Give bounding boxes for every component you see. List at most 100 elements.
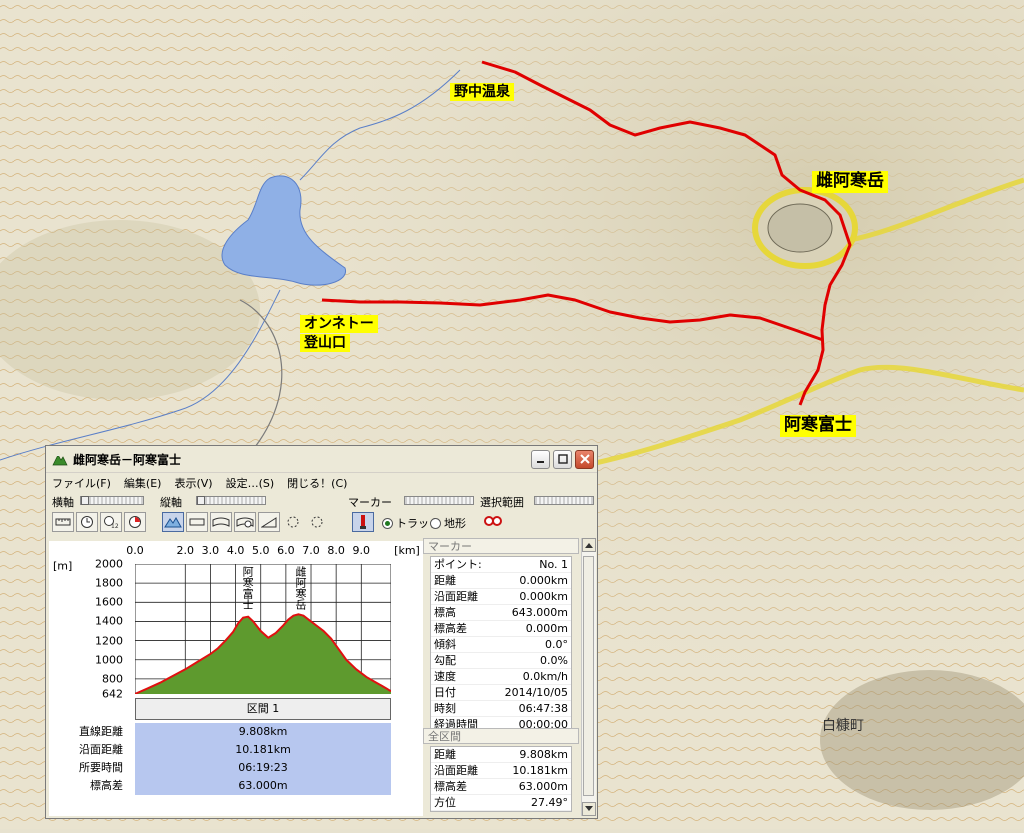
scroll-thumb[interactable] bbox=[583, 556, 594, 796]
total-panel-header[interactable]: 全区間 bbox=[423, 728, 579, 744]
x-tick-label: 3.0 bbox=[201, 544, 220, 557]
radio-terrain[interactable]: 地形 bbox=[430, 515, 466, 531]
stat-value: 06:19:23 bbox=[135, 759, 391, 777]
stat-label: 所要時間 bbox=[79, 761, 123, 774]
x-axis-ticks: 0.0 2.0 3.0 4.0 5.0 6.0 7.0 8.0 9.0 [km] bbox=[49, 544, 423, 558]
close-icon bbox=[579, 454, 590, 464]
horizontal-point-button[interactable]: 123 bbox=[100, 512, 122, 532]
maximize-icon bbox=[557, 454, 568, 464]
vertical-ruler-button[interactable] bbox=[186, 512, 208, 532]
info-value: 0.000km bbox=[519, 574, 568, 587]
stat-label: 標高差 bbox=[90, 779, 123, 792]
info-key: 速度 bbox=[434, 670, 456, 683]
mountain-icon bbox=[164, 517, 182, 528]
marker-info-row: 沿面距離 0.000km bbox=[431, 589, 571, 605]
x-tick-label: 8.0 bbox=[327, 544, 345, 557]
marker-group-label: マーカー bbox=[348, 496, 392, 509]
section-label[interactable]: 区間 1 bbox=[135, 698, 391, 720]
slope-icon bbox=[212, 517, 230, 527]
info-key: 標高差 bbox=[434, 780, 467, 793]
vertical-speed-button[interactable] bbox=[234, 512, 256, 532]
total-info-row: 沿面距離 10.181km bbox=[431, 763, 571, 779]
x-tick-label: 2.0 bbox=[176, 544, 195, 557]
title-bar[interactable]: 雌阿寒岳－阿寒富士 bbox=[46, 446, 597, 473]
horizontal-time-button[interactable] bbox=[76, 512, 98, 532]
slider-knob[interactable] bbox=[197, 496, 205, 505]
info-value: 643.000m bbox=[511, 606, 568, 619]
horizontal-distance-button[interactable] bbox=[52, 512, 74, 532]
radio-terrain-label: 地形 bbox=[444, 517, 466, 530]
menu-close[interactable]: 閉じる！(C) bbox=[287, 475, 347, 491]
window-title: 雌阿寒岳－阿寒富士 bbox=[73, 452, 182, 467]
vertical-slope-button[interactable] bbox=[210, 512, 232, 532]
info-value: 9.808km bbox=[519, 748, 568, 761]
town-label: 白糠町 bbox=[822, 717, 864, 734]
info-key: 標高 bbox=[434, 606, 456, 619]
y-tick-label: 1400 bbox=[95, 614, 123, 628]
menu-view[interactable]: 表示(V) bbox=[174, 475, 212, 491]
marker-info-row: 勾配 0.0% bbox=[431, 653, 571, 669]
info-key: 沿面距離 bbox=[434, 764, 478, 777]
map-label-akanfuji: 阿寒富士 bbox=[780, 415, 856, 437]
vertical-marker-a-button[interactable] bbox=[282, 512, 304, 532]
slider-knob[interactable] bbox=[81, 496, 89, 505]
peak-label: 雌阿寒岳 bbox=[294, 565, 307, 610]
minimize-icon bbox=[536, 461, 544, 463]
vertical-scrollbar[interactable] bbox=[581, 538, 596, 816]
y-tick-label: 1000 bbox=[95, 653, 123, 667]
total-info-table: 距離 9.808km 沿面距離 10.181km 標高差 63.000m 方位 27.49° bbox=[430, 746, 572, 812]
minimize-button[interactable] bbox=[531, 449, 550, 469]
x-tick-label: 6.0 bbox=[277, 544, 295, 557]
vertical-axis-slider[interactable] bbox=[196, 496, 266, 505]
info-key: 方位 bbox=[434, 796, 456, 809]
vertical-gradient-button[interactable] bbox=[258, 512, 280, 532]
magnifier-marker-icon bbox=[484, 516, 502, 526]
chevron-up-icon bbox=[585, 543, 593, 548]
marker-info-table: ポイント: No. 1 距離 0.000km 沿面距離 0.000km 標高 643.000m… bbox=[430, 556, 572, 734]
stat-label: 沿面距離 bbox=[79, 743, 123, 756]
marker-slider[interactable] bbox=[404, 496, 474, 505]
vertical-marker-b-button[interactable] bbox=[306, 512, 328, 532]
elevation-chart[interactable]: 阿寒富士 雌阿寒岳 bbox=[135, 564, 391, 694]
radio-unselected-icon bbox=[430, 517, 441, 529]
vertical-elevation-button[interactable] bbox=[162, 512, 184, 532]
info-key: 日付 bbox=[434, 686, 456, 699]
info-key: 傾斜 bbox=[434, 638, 456, 651]
marker-info-row: 時刻 06:47:38 bbox=[431, 701, 571, 717]
close-button[interactable] bbox=[575, 449, 594, 469]
info-value: 63.000m bbox=[518, 780, 568, 793]
marker-info-row: ポイント: No. 1 bbox=[431, 557, 571, 573]
menu-bar: ファイル(F) 編集(E) 表示(V) 設定…(S) 閉じる！(C) bbox=[46, 473, 597, 493]
info-value: 0.000km bbox=[519, 590, 568, 603]
toolbar: 横軸 縦軸 マーカー 選択範囲 123 トラック 地形 bbox=[50, 494, 595, 536]
menu-edit[interactable]: 編集(E) bbox=[124, 475, 162, 491]
total-info-row: 方位 27.49° bbox=[431, 795, 571, 811]
info-key: 時刻 bbox=[434, 702, 456, 715]
menu-settings[interactable]: 設定…(S) bbox=[226, 475, 275, 491]
marker-panel-header[interactable]: マーカー bbox=[423, 538, 579, 554]
elevation-profile-pane[interactable]: 0.0 2.0 3.0 4.0 5.0 6.0 7.0 8.0 9.0 [km] 2000 1800… bbox=[49, 541, 423, 816]
marker-info-row: 標高 643.000m bbox=[431, 605, 571, 621]
scroll-up-button[interactable] bbox=[582, 538, 596, 552]
crater-inner bbox=[767, 203, 833, 253]
horizontal-elapsed-button[interactable] bbox=[124, 512, 146, 532]
map-label-trailhead: 登山口 bbox=[300, 334, 350, 353]
maximize-button[interactable] bbox=[553, 449, 572, 469]
profile-window[interactable]: 雌阿寒岳－阿寒富士 ファイル(F) 編集(E) 表示(V) 設定…(S) 閉じる… bbox=[45, 445, 598, 819]
info-value: 0.0km/h bbox=[522, 670, 568, 683]
selection-range-slider[interactable] bbox=[534, 496, 594, 505]
x-tick-label: 7.0 bbox=[302, 544, 320, 557]
menu-file[interactable]: ファイル(F) bbox=[52, 475, 111, 491]
scroll-down-button[interactable] bbox=[582, 802, 596, 816]
horizontal-axis-slider[interactable] bbox=[80, 496, 144, 505]
stat-surface-distance: 沿面距離 10.181km bbox=[49, 741, 423, 759]
marker-button[interactable] bbox=[352, 512, 374, 532]
horizontal-axis-label: 横軸 bbox=[52, 496, 74, 509]
selection-range-button[interactable] bbox=[482, 512, 504, 532]
info-key: 沿面距離 bbox=[434, 590, 478, 603]
ruler-icon bbox=[55, 518, 71, 526]
stat-value: 10.181km bbox=[135, 741, 391, 759]
info-key: 標高差 bbox=[434, 622, 467, 635]
peak-label: 阿寒富士 bbox=[241, 566, 254, 610]
marker-pin-icon bbox=[360, 515, 366, 529]
